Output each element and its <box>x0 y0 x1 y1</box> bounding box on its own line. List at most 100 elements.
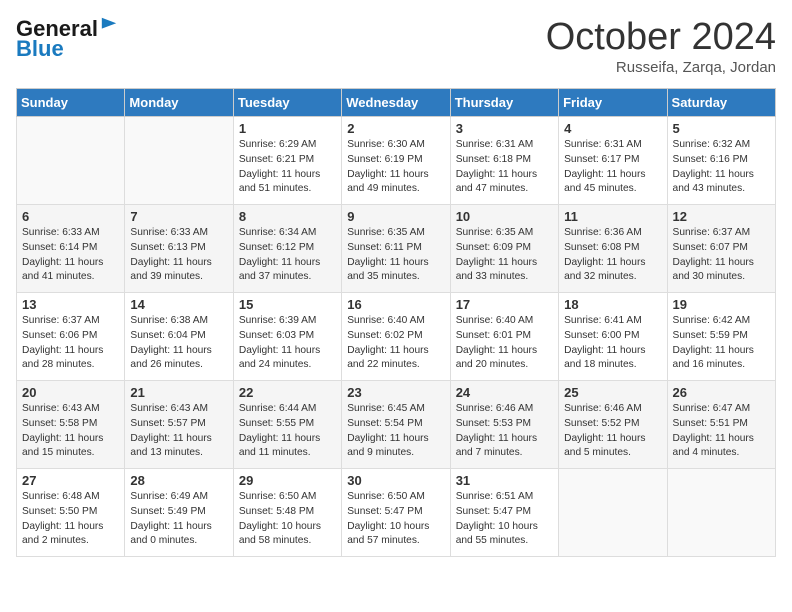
day-cell: 25 Sunrise: 6:46 AM Sunset: 5:52 PM Dayli… <box>559 381 667 469</box>
week-row-2: 6Sunrise: 6:33 AM Sunset: 6:14 PM Daylig… <box>17 205 776 293</box>
day-cell: 22Sunrise: 6:44 AM Sunset: 5:55 PM Dayli… <box>233 381 341 469</box>
day-info: Sunrise: 6:44 AM Sunset: 5:55 PM Dayligh… <box>239 402 336 461</box>
day-info: Sunrise: 6:43 AM Sunset: 5:57 PM Dayligh… <box>130 402 227 461</box>
day-info: Sunrise: 6:34 AM Sunset: 6:12 PM Dayligh… <box>239 226 336 285</box>
page-header: General Blue October 2024 Russeifa, Zarq… <box>16 16 776 76</box>
col-header-friday: Friday <box>559 89 667 117</box>
day-number: 3 <box>456 121 553 136</box>
day-info: Sunrise: 6:35 AM Sunset: 6:09 PM Dayligh… <box>456 226 553 285</box>
day-number: 7 <box>130 209 227 224</box>
day-info: Sunrise: 6:48 AM Sunset: 5:50 PM Dayligh… <box>22 490 119 549</box>
day-number: 5 <box>673 121 770 136</box>
day-number: 26 <box>673 385 770 400</box>
day-number: 30 <box>347 473 444 488</box>
day-info: Sunrise: 6:41 AM Sunset: 6:00 PM Dayligh… <box>564 314 661 373</box>
day-number: 1 <box>239 121 336 136</box>
day-cell: 5 Sunrise: 6:32 AM Sunset: 6:16 PM Daylig… <box>667 117 775 205</box>
day-number: 21 <box>130 385 227 400</box>
day-cell: 7Sunrise: 6:33 AM Sunset: 6:13 PM Daylig… <box>125 205 233 293</box>
day-info: Sunrise: 6:37 AM Sunset: 6:06 PM Dayligh… <box>22 314 119 373</box>
day-number: 2 <box>347 121 444 136</box>
week-row-5: 27 Sunrise: 6:48 AM Sunset: 5:50 PM Dayli… <box>17 469 776 557</box>
day-cell: 10 Sunrise: 6:35 AM Sunset: 6:09 PM Dayli… <box>450 205 558 293</box>
day-info: Sunrise: 6:42 AM Sunset: 5:59 PM Dayligh… <box>673 314 770 373</box>
day-number: 28 <box>130 473 227 488</box>
week-row-1: 1 Sunrise: 6:29 AM Sunset: 6:21 PM Daylig… <box>17 117 776 205</box>
day-info: Sunrise: 6:45 AM Sunset: 5:54 PM Dayligh… <box>347 402 444 461</box>
day-cell: 27 Sunrise: 6:48 AM Sunset: 5:50 PM Dayli… <box>17 469 125 557</box>
day-number: 9 <box>347 209 444 224</box>
day-number: 6 <box>22 209 119 224</box>
day-number: 12 <box>673 209 770 224</box>
month-title: October 2024 <box>546 16 776 59</box>
day-cell: 15 Sunrise: 6:39 AM Sunset: 6:03 PM Dayli… <box>233 293 341 381</box>
col-header-tuesday: Tuesday <box>233 89 341 117</box>
day-cell <box>667 469 775 557</box>
day-cell: 23 Sunrise: 6:45 AM Sunset: 5:54 PM Dayli… <box>342 381 450 469</box>
col-header-monday: Monday <box>125 89 233 117</box>
calendar-table: SundayMondayTuesdayWednesdayThursdayFrid… <box>16 88 776 557</box>
day-info: Sunrise: 6:35 AM Sunset: 6:11 PM Dayligh… <box>347 226 444 285</box>
day-number: 27 <box>22 473 119 488</box>
day-cell: 29Sunrise: 6:50 AM Sunset: 5:48 PM Dayli… <box>233 469 341 557</box>
day-number: 19 <box>673 297 770 312</box>
day-info: Sunrise: 6:39 AM Sunset: 6:03 PM Dayligh… <box>239 314 336 373</box>
day-info: Sunrise: 6:46 AM Sunset: 5:53 PM Dayligh… <box>456 402 553 461</box>
day-info: Sunrise: 6:31 AM Sunset: 6:18 PM Dayligh… <box>456 138 553 197</box>
day-number: 25 <box>564 385 661 400</box>
day-number: 10 <box>456 209 553 224</box>
col-header-wednesday: Wednesday <box>342 89 450 117</box>
day-number: 14 <box>130 297 227 312</box>
day-info: Sunrise: 6:30 AM Sunset: 6:19 PM Dayligh… <box>347 138 444 197</box>
day-cell: 21 Sunrise: 6:43 AM Sunset: 5:57 PM Dayli… <box>125 381 233 469</box>
day-cell <box>559 469 667 557</box>
day-number: 15 <box>239 297 336 312</box>
day-number: 23 <box>347 385 444 400</box>
day-cell: 11Sunrise: 6:36 AM Sunset: 6:08 PM Dayli… <box>559 205 667 293</box>
day-info: Sunrise: 6:37 AM Sunset: 6:07 PM Dayligh… <box>673 226 770 285</box>
day-number: 20 <box>22 385 119 400</box>
day-number: 18 <box>564 297 661 312</box>
day-cell: 17 Sunrise: 6:40 AM Sunset: 6:01 PM Dayli… <box>450 293 558 381</box>
day-info: Sunrise: 6:51 AM Sunset: 5:47 PM Dayligh… <box>456 490 553 549</box>
day-cell: 14 Sunrise: 6:38 AM Sunset: 6:04 PM Dayli… <box>125 293 233 381</box>
day-info: Sunrise: 6:50 AM Sunset: 5:47 PM Dayligh… <box>347 490 444 549</box>
day-cell: 9 Sunrise: 6:35 AM Sunset: 6:11 PM Daylig… <box>342 205 450 293</box>
day-info: Sunrise: 6:32 AM Sunset: 6:16 PM Dayligh… <box>673 138 770 197</box>
day-info: Sunrise: 6:31 AM Sunset: 6:17 PM Dayligh… <box>564 138 661 197</box>
week-row-3: 13 Sunrise: 6:37 AM Sunset: 6:06 PM Dayli… <box>17 293 776 381</box>
day-info: Sunrise: 6:29 AM Sunset: 6:21 PM Dayligh… <box>239 138 336 197</box>
day-number: 13 <box>22 297 119 312</box>
title-block: October 2024 Russeifa, Zarqa, Jordan <box>546 16 776 76</box>
week-row-4: 20Sunrise: 6:43 AM Sunset: 5:58 PM Dayli… <box>17 381 776 469</box>
day-cell: 26 Sunrise: 6:47 AM Sunset: 5:51 PM Dayli… <box>667 381 775 469</box>
day-number: 29 <box>239 473 336 488</box>
col-header-sunday: Sunday <box>17 89 125 117</box>
day-info: Sunrise: 6:36 AM Sunset: 6:08 PM Dayligh… <box>564 226 661 285</box>
day-info: Sunrise: 6:40 AM Sunset: 6:01 PM Dayligh… <box>456 314 553 373</box>
day-info: Sunrise: 6:46 AM Sunset: 5:52 PM Dayligh… <box>564 402 661 461</box>
day-info: Sunrise: 6:38 AM Sunset: 6:04 PM Dayligh… <box>130 314 227 373</box>
logo: General Blue <box>16 16 118 62</box>
day-cell: 6Sunrise: 6:33 AM Sunset: 6:14 PM Daylig… <box>17 205 125 293</box>
day-cell: 13 Sunrise: 6:37 AM Sunset: 6:06 PM Dayli… <box>17 293 125 381</box>
day-number: 17 <box>456 297 553 312</box>
day-cell: 31 Sunrise: 6:51 AM Sunset: 5:47 PM Dayli… <box>450 469 558 557</box>
day-number: 4 <box>564 121 661 136</box>
day-number: 24 <box>456 385 553 400</box>
day-cell: 28Sunrise: 6:49 AM Sunset: 5:49 PM Dayli… <box>125 469 233 557</box>
logo-blue-text: Blue <box>16 36 64 61</box>
day-cell: 4 Sunrise: 6:31 AM Sunset: 6:17 PM Daylig… <box>559 117 667 205</box>
day-number: 16 <box>347 297 444 312</box>
day-info: Sunrise: 6:40 AM Sunset: 6:02 PM Dayligh… <box>347 314 444 373</box>
day-cell: 24 Sunrise: 6:46 AM Sunset: 5:53 PM Dayli… <box>450 381 558 469</box>
location-text: Russeifa, Zarqa, Jordan <box>546 59 776 76</box>
day-number: 31 <box>456 473 553 488</box>
day-cell: 20Sunrise: 6:43 AM Sunset: 5:58 PM Dayli… <box>17 381 125 469</box>
col-header-saturday: Saturday <box>667 89 775 117</box>
day-cell: 16 Sunrise: 6:40 AM Sunset: 6:02 PM Dayli… <box>342 293 450 381</box>
day-cell: 12 Sunrise: 6:37 AM Sunset: 6:07 PM Dayli… <box>667 205 775 293</box>
logo-flag-icon <box>100 16 118 34</box>
day-cell: 1 Sunrise: 6:29 AM Sunset: 6:21 PM Daylig… <box>233 117 341 205</box>
day-info: Sunrise: 6:47 AM Sunset: 5:51 PM Dayligh… <box>673 402 770 461</box>
